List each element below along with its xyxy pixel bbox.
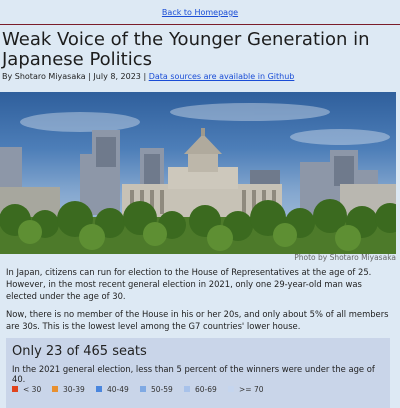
- card-subtitle: In the 2021 general election, less than …: [12, 364, 375, 384]
- legend-swatch: [140, 386, 146, 392]
- legend-swatch: [52, 386, 58, 392]
- legend-item-under-30: < 30: [12, 385, 41, 397]
- legend-item-70-plus: >= 70: [228, 385, 264, 397]
- byline: By Shotaro Miyasaka | July 8, 2023 | Dat…: [2, 72, 398, 81]
- legend-swatch: [228, 386, 234, 392]
- photo-credit: Photo by Shotaro Miyasaka: [294, 253, 396, 262]
- header-divider: [0, 24, 400, 25]
- age-legend: < 30 30-39 40-49 50-59 60-69 >= 70: [12, 385, 382, 397]
- author: By Shotaro Miyasaka: [2, 72, 86, 81]
- legend-swatch: [184, 386, 190, 392]
- legend-item-30-39: 30-39: [52, 385, 85, 397]
- legend-item-50-59: 50-59: [140, 385, 173, 397]
- diet-building-skyline-image: [0, 103, 396, 254]
- publish-date: July 8, 2023: [93, 72, 141, 81]
- top-nav: Back to Homepage: [0, 0, 400, 22]
- page-title: Weak Voice of the Younger Generation in …: [2, 29, 370, 70]
- legend-item-60-69: 60-69: [184, 385, 217, 397]
- hero-photo: [0, 92, 396, 254]
- legend-swatch: [12, 386, 18, 392]
- legend-item-40-49: 40-49: [96, 385, 129, 397]
- context-paragraph: Now, there is no member of the House in …: [6, 309, 389, 331]
- card-title: Only 23 of 465 seats: [12, 344, 147, 359]
- back-to-homepage-link[interactable]: Back to Homepage: [162, 8, 238, 17]
- intro-paragraph: In Japan, citizens can run for election …: [6, 267, 372, 301]
- byline-separator: |: [88, 72, 91, 81]
- legend-swatch: [96, 386, 102, 392]
- byline-separator: |: [143, 72, 147, 81]
- seats-summary-card: Only 23 of 465 seats In the 2021 general…: [6, 338, 390, 408]
- data-sources-link[interactable]: Data sources are available in Github: [149, 72, 295, 81]
